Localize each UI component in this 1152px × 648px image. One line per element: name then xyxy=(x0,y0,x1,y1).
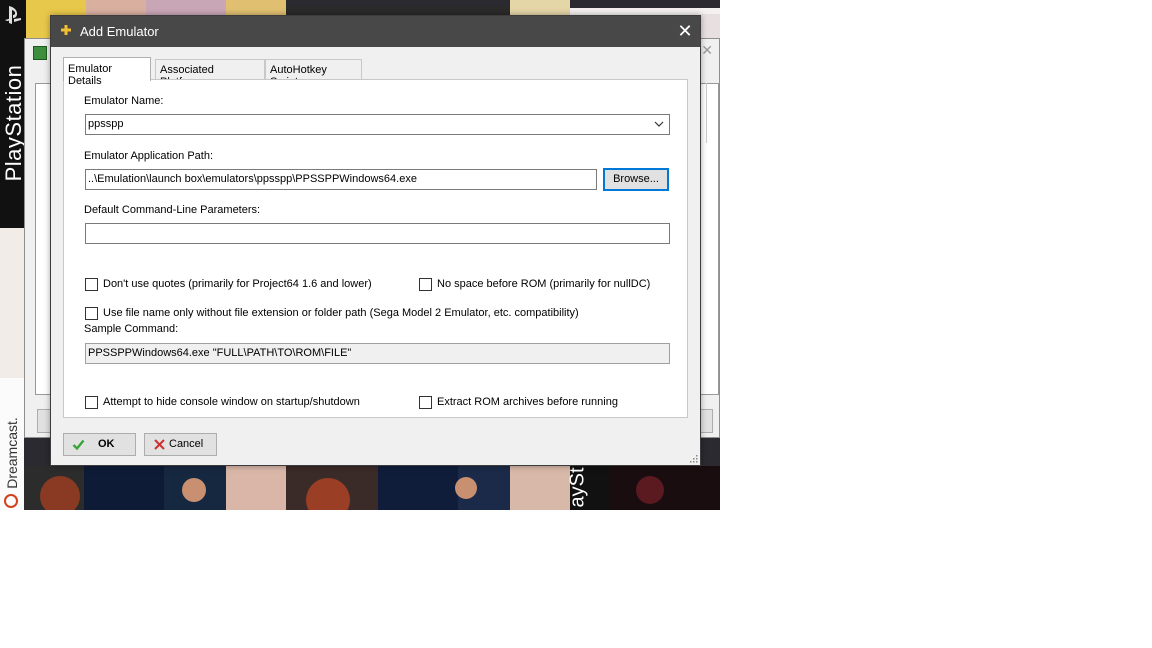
application-path-input[interactable]: ..\Emulation\launch box\emulators\ppsspp… xyxy=(85,169,597,190)
checkbox-label: Don't use quotes (primarily for Project6… xyxy=(103,278,372,290)
checkbox-label: Attempt to hide console window on startu… xyxy=(103,396,360,408)
cancel-button[interactable]: Cancel xyxy=(144,433,217,456)
file-name-only-checkbox[interactable]: Use file name only without file extensio… xyxy=(85,307,585,321)
dreamcast-swirl-icon xyxy=(4,494,18,508)
checkbox-box[interactable] xyxy=(85,278,98,291)
extract-archives-checkbox[interactable]: Extract ROM archives before running xyxy=(419,396,639,410)
dont-use-quotes-checkbox[interactable]: Don't use quotes (primarily for Project6… xyxy=(85,278,385,292)
sample-command-value: PPSSPPWindows64.exe "FULL\PATH\TO\ROM\FI… xyxy=(88,347,352,359)
ok-label: OK xyxy=(98,438,115,450)
close-button[interactable]: ✕ xyxy=(670,16,700,47)
checkmark-icon xyxy=(72,439,85,451)
sample-command-label: Sample Command: xyxy=(84,323,179,335)
checkbox-box[interactable] xyxy=(85,307,98,320)
close-icon[interactable]: ✕ xyxy=(701,42,713,59)
checkbox-box[interactable] xyxy=(419,278,432,291)
cover-strip xyxy=(0,228,24,378)
ok-button[interactable]: OK xyxy=(63,433,136,456)
checkbox-label: Use file name only without file extensio… xyxy=(103,307,579,319)
browse-button[interactable]: Browse... xyxy=(603,168,669,191)
plus-icon xyxy=(61,25,71,35)
chevron-down-icon xyxy=(654,121,664,127)
tab-emulator-details[interactable]: Emulator Details xyxy=(63,57,151,87)
app-icon xyxy=(33,46,47,60)
application-path-value: ..\Emulation\launch box\emulators\ppsspp… xyxy=(88,173,417,185)
dreamcast-spine-text: Dreamcast. xyxy=(4,417,20,489)
application-path-label: Emulator Application Path: xyxy=(84,150,214,162)
tab-associated-platforms[interactable]: Associated Platforms xyxy=(155,59,265,88)
checkbox-box[interactable] xyxy=(419,396,432,409)
sample-command-field[interactable]: PPSSPPWindows64.exe "FULL\PATH\TO\ROM\FI… xyxy=(85,343,670,364)
cancel-label: Cancel xyxy=(169,438,204,450)
dialog-title: Add Emulator xyxy=(80,24,159,39)
add-emulator-dialog: Add Emulator ✕ Emulator Details Associat… xyxy=(50,15,701,466)
playstation-spine: PlayStation xyxy=(0,0,26,228)
checkbox-label: Extract ROM archives before running xyxy=(437,396,618,408)
checkbox-box[interactable] xyxy=(85,396,98,409)
x-mark-icon xyxy=(154,439,165,450)
resize-grip-icon[interactable] xyxy=(690,455,698,463)
checkbox-label: No space before ROM (primarily for nullD… xyxy=(437,278,651,290)
no-space-before-rom-checkbox[interactable]: No space before ROM (primarily for nullD… xyxy=(419,278,659,292)
emulator-name-combobox[interactable]: ppsspp xyxy=(85,114,670,135)
tab-autohotkey-script[interactable]: AutoHotkey Script xyxy=(265,59,362,88)
title-bar[interactable]: Add Emulator ✕ xyxy=(51,16,700,47)
emulator-name-value: ppsspp xyxy=(88,118,124,130)
emulator-details-panel: Emulator Name: ppsspp Emulator Applicati… xyxy=(63,79,688,418)
command-line-input[interactable] xyxy=(85,223,670,244)
emulator-name-label: Emulator Name: xyxy=(84,95,164,107)
command-line-label: Default Command-Line Parameters: xyxy=(84,204,261,216)
playstation-logo-icon xyxy=(5,6,21,24)
hide-console-checkbox[interactable]: Attempt to hide console window on startu… xyxy=(85,396,375,410)
playstation-spine-text-2: aySt xyxy=(566,467,589,508)
scrollbar[interactable] xyxy=(706,83,713,143)
